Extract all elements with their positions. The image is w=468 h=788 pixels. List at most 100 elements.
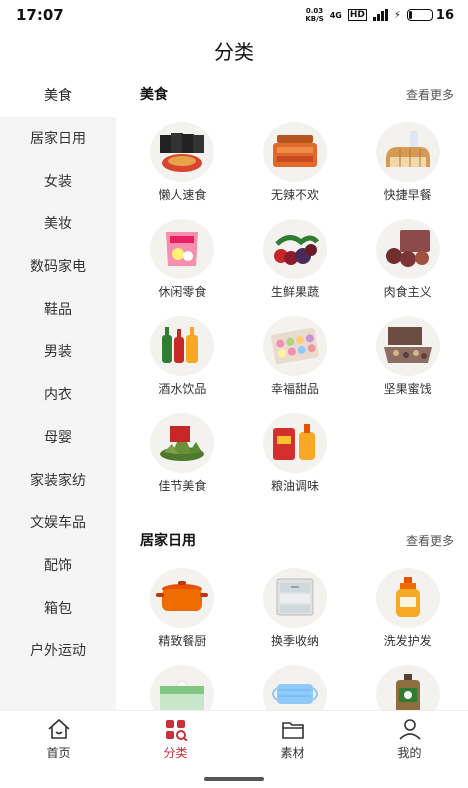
sidebar-item[interactable]: 女装 (0, 159, 116, 202)
category-item[interactable]: 坚果蜜饯 (351, 308, 464, 405)
sidebar-item[interactable]: 男装 (0, 330, 116, 373)
section-header: 美食 查看更多 (116, 74, 468, 114)
sidebar-item[interactable]: 居家日用 (0, 117, 116, 160)
battery-icon (406, 9, 433, 21)
storage-drawer-icon (262, 568, 327, 628)
battery-percent: 16 (435, 7, 454, 23)
spicy-snacks-icon-graphic (272, 135, 317, 167)
network-speed: 0.03 KB/S (305, 7, 323, 23)
category-item[interactable] (126, 657, 239, 710)
category-item[interactable]: 休闲零食 (126, 211, 239, 308)
home-icon (47, 718, 70, 739)
sidebar-item-label: 男装 (44, 344, 72, 361)
category-item-label: 无辣不欢 (270, 188, 319, 202)
network-type: 4G (329, 10, 342, 20)
battery-level-fill (408, 11, 413, 19)
status-time: 17:07 (16, 6, 64, 24)
snack-bag-icon-graphic (166, 232, 199, 266)
sidebar-item-label: 内衣 (44, 387, 72, 404)
tab-home[interactable]: 首页 (0, 711, 117, 766)
tab-user[interactable]: 我的 (351, 711, 468, 766)
status-indicators: 0.03 KB/S 4G HD ⚡ 16 (305, 7, 454, 23)
signal-icon (372, 9, 388, 21)
category-content: 美食 查看更多懒人速食 无辣不欢 快捷早餐休闲零食 生鲜果蔬 肉食主义酒水饮品幸福甜品 坚果… (116, 74, 468, 710)
sidebar-item[interactable]: 内衣 (0, 373, 116, 416)
sidebar-item-label: 鞋品 (44, 301, 72, 318)
category-item-label: 粮油调味 (270, 479, 319, 493)
drink-bottles-icon-graphic (162, 327, 199, 363)
sidebar-item-label: 数码家电 (30, 259, 86, 276)
zongzi-icon-graphic (160, 426, 205, 461)
fresh-fruit-icon (262, 219, 327, 279)
sidebar-item[interactable]: 家装家纺 (0, 458, 116, 501)
category-item[interactable]: 无辣不欢 (239, 114, 352, 211)
sidebar-item[interactable]: 户外运动 (0, 629, 116, 672)
shampoo-bottle-icon (375, 568, 440, 628)
disinfectant-bottle-icon (375, 665, 440, 710)
shampoo-bottle-icon-graphic (395, 577, 420, 617)
sidebar-item[interactable]: 箱包 (0, 586, 116, 629)
view-more-link[interactable]: 查看更多 (406, 86, 454, 103)
sidebar-item-label: 美妆 (44, 216, 72, 233)
rice-oil-icon (262, 413, 327, 473)
category-item[interactable]: 肉食主义 (351, 211, 464, 308)
sidebar-item[interactable]: 文娱车品 (0, 501, 116, 544)
category-grid: 懒人速食 无辣不欢 快捷早餐休闲零食 生鲜果蔬 肉食主义酒水饮品 幸福甜品 坚果蜜饯佳节美食… (116, 114, 468, 502)
tab-label: 我的 (397, 745, 422, 760)
tab-category[interactable]: 分类 (117, 711, 234, 766)
tissue-box-icon-graphic (160, 680, 205, 710)
network-speed-unit: KB/S (305, 15, 324, 23)
face-mask-icon (262, 665, 327, 710)
sidebar-item-label: 女装 (44, 173, 72, 190)
category-sidebar: 美食居家日用女装美妆数码家电鞋品男装内衣母婴家装家纺文娱车品配饰箱包 户外运动 (0, 74, 116, 710)
face-mask-icon-graphic (271, 684, 318, 704)
instant-noodles-icon (150, 122, 215, 182)
battery-indicator: 16 (406, 7, 454, 23)
drink-bottles-icon (150, 316, 215, 376)
nut-box-icon-graphic (383, 327, 432, 363)
sidebar-item-label: 家装家纺 (30, 472, 86, 489)
category-item[interactable]: 洗发护发 (351, 560, 464, 657)
bread-breakfast-icon (375, 122, 440, 182)
sidebar-item-label: 居家日用 (30, 131, 86, 148)
category-item-label: 洗发护发 (383, 634, 432, 648)
category-item[interactable]: 精致餐厨 (126, 560, 239, 657)
page-title: 分类 (214, 40, 254, 64)
instant-noodles-icon-graphic (160, 133, 205, 172)
sidebar-item[interactable]: 母婴 (0, 416, 116, 459)
category-item[interactable] (239, 657, 352, 710)
nut-box-icon (375, 316, 440, 376)
category-item[interactable]: 酒水饮品 (126, 308, 239, 405)
category-item[interactable] (351, 657, 464, 710)
category-item-label: 懒人速食 (158, 188, 207, 202)
sidebar-item[interactable]: 美食 (0, 74, 116, 117)
sidebar-item[interactable]: 鞋品 (0, 287, 116, 330)
category-item[interactable]: 生鲜果蔬 (239, 211, 352, 308)
category-item[interactable]: 粮油调味 (239, 405, 352, 502)
sidebar-item[interactable]: 配饰 (0, 544, 116, 587)
category-item[interactable]: 换季收纳 (239, 560, 352, 657)
sidebar-item[interactable]: 美妆 (0, 202, 116, 245)
network-speed-value: 0.03 (305, 7, 324, 15)
sidebar-item-label: 配饰 (44, 557, 72, 574)
sidebar-item[interactable]: 数码家电 (0, 245, 116, 288)
snack-bag-icon (150, 219, 215, 279)
category-item[interactable]: 幸福甜品 (239, 308, 352, 405)
category-item-label: 佳节美食 (158, 479, 207, 493)
disinfectant-bottle-icon-graphic (395, 674, 420, 710)
view-more-link[interactable]: 查看更多 (406, 532, 454, 549)
tab-label: 首页 (46, 745, 71, 760)
category-item[interactable]: 佳节美食 (126, 405, 239, 502)
category-item[interactable]: 快捷早餐 (351, 114, 464, 211)
category-item[interactable]: 懒人速食 (126, 114, 239, 211)
category-grid: 精致餐厨 换季收纳 洗发护发 (116, 560, 468, 710)
status-bar: 17:07 0.03 KB/S 4G HD ⚡ 16 (0, 0, 468, 30)
section-title: 居家日用 (140, 533, 196, 549)
tab-label: 素材 (280, 745, 305, 760)
home-indicator[interactable] (204, 777, 264, 781)
zongzi-icon (150, 413, 215, 473)
tab-folder[interactable]: 素材 (234, 711, 351, 766)
cooking-pot-icon-graphic (156, 581, 209, 611)
category-item-label: 幸福甜品 (270, 382, 319, 396)
